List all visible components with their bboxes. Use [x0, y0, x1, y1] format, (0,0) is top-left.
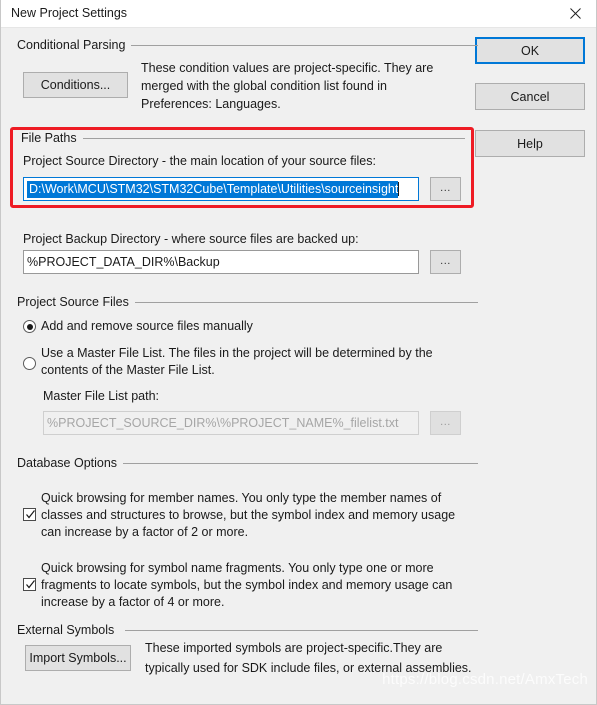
group-separator-conditional-parsing [121, 45, 478, 46]
ok-button[interactable]: OK [475, 37, 585, 64]
cancel-button-label: Cancel [510, 89, 550, 104]
radio-add-remove-manually[interactable] [23, 320, 36, 333]
watermark-text: https://blog.csdn.net/AmxTech [382, 671, 588, 688]
project-source-directory-value: D:\Work\MCU\STM32\STM32Cube\Template\Uti… [24, 180, 400, 198]
conditions-button[interactable]: Conditions... [23, 72, 128, 98]
group-label-project-source-files: Project Source Files [17, 295, 135, 309]
checkbox-quick-browsing-member-names[interactable] [23, 508, 36, 521]
checkbox-symbol-fragments-label-line1: Quick browsing for symbol name fragments… [41, 561, 434, 575]
help-button[interactable]: Help [475, 130, 585, 157]
conditions-button-label: Conditions... [40, 78, 111, 92]
checkbox-member-names-label-line3: can increase by a factor of 2 or more. [41, 525, 249, 539]
checkbox-symbol-fragments-label-line3: increase by a factor of 4 or more. [41, 595, 225, 609]
check-icon [26, 580, 35, 589]
radio-add-remove-manually-label: Add and remove source files manually [41, 319, 253, 333]
import-symbols-button-label: Import Symbols... [29, 651, 127, 665]
project-source-directory-label: Project Source Directory - the main loca… [23, 154, 376, 168]
check-icon [26, 510, 35, 519]
selected-text: D:\Work\MCU\STM32\STM32Cube\Template\Uti… [27, 180, 399, 198]
close-icon[interactable] [553, 0, 596, 27]
project-source-directory-input[interactable]: D:\Work\MCU\STM32\STM32Cube\Template\Uti… [23, 177, 419, 201]
conditional-parsing-desc-line2: merged with the global condition list fo… [141, 79, 387, 93]
radio-use-master-file-list-label-line2: contents of the Master File List. [41, 363, 215, 377]
close-icon-glyph [570, 8, 581, 19]
ok-button-label: OK [520, 43, 540, 58]
browse-button-label: ... [440, 415, 451, 428]
master-file-list-path-input[interactable]: %PROJECT_SOURCE_DIR%\%PROJECT_NAME%_file… [43, 411, 419, 435]
group-label-database-options: Database Options [17, 456, 124, 470]
group-separator-file-paths [79, 138, 465, 139]
group-separator-project-source-files [129, 302, 478, 303]
browse-button-label: ... [440, 181, 451, 194]
group-separator-external-symbols [125, 630, 478, 631]
checkbox-quick-browsing-symbol-fragments[interactable] [23, 578, 36, 591]
group-label-file-paths: File Paths [21, 131, 83, 145]
master-file-list-path-browse-button[interactable]: ... [430, 411, 461, 435]
cancel-button[interactable]: Cancel [475, 83, 585, 110]
title-bar: New Project Settings [1, 0, 596, 28]
master-file-list-path-value: %PROJECT_SOURCE_DIR%\%PROJECT_NAME%_file… [47, 416, 399, 430]
checkbox-member-names-label-line2: classes and structures to browse, but th… [41, 508, 456, 522]
radio-use-master-file-list-label-line1: Use a Master File List. The files in the… [41, 346, 433, 360]
text-caret [398, 182, 400, 197]
radio-use-master-file-list[interactable] [23, 357, 36, 370]
group-separator-database-options [123, 463, 478, 464]
browse-button-label: ... [440, 254, 451, 267]
conditional-parsing-desc-line3: Preferences: Languages. [141, 97, 281, 111]
window-title: New Project Settings [11, 6, 128, 20]
project-source-directory-browse-button[interactable]: ... [430, 177, 461, 201]
external-symbols-desc-line1: These imported symbols are project-speci… [145, 641, 443, 655]
checkbox-member-names-label-line1: Quick browsing for member names. You onl… [41, 491, 442, 505]
group-label-conditional-parsing: Conditional Parsing [17, 38, 132, 52]
checkbox-symbol-fragments-label-line2: fragments to locate symbols, but the sym… [41, 578, 453, 592]
conditional-parsing-desc-line1: These condition values are project-speci… [141, 61, 434, 75]
master-file-list-path-label: Master File List path: [43, 389, 160, 403]
group-label-external-symbols: External Symbols [17, 623, 121, 637]
import-symbols-button[interactable]: Import Symbols... [25, 645, 131, 671]
project-backup-directory-input[interactable]: %PROJECT_DATA_DIR%\Backup [23, 250, 419, 274]
project-backup-directory-label: Project Backup Directory - where source … [23, 232, 359, 246]
project-backup-directory-value: %PROJECT_DATA_DIR%\Backup [27, 255, 220, 269]
new-project-settings-dialog: New Project Settings OK Cancel Help Cond… [0, 0, 597, 705]
project-backup-directory-browse-button[interactable]: ... [430, 250, 461, 274]
help-button-label: Help [517, 136, 543, 151]
